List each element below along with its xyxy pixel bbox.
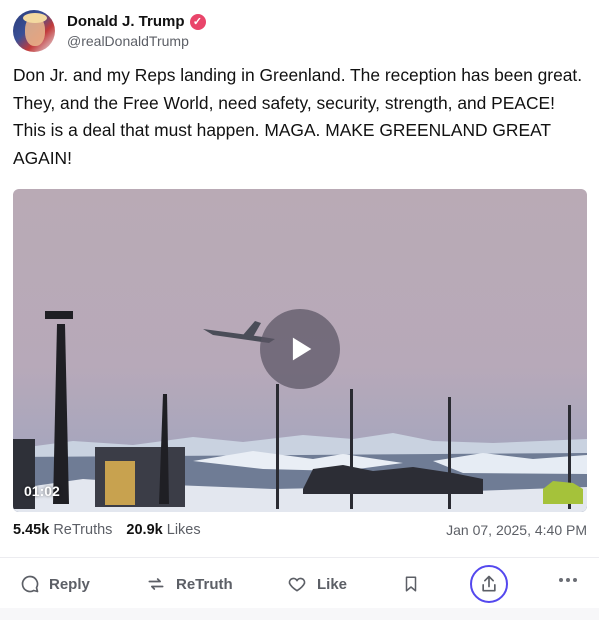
video-duration: 01:02 (24, 483, 60, 499)
more-dot (573, 578, 577, 582)
retruth-icon (148, 578, 164, 590)
name-row: Donald J. Trump ✓ (67, 13, 206, 30)
reply-label: Reply (49, 575, 90, 593)
reply-icon (21, 575, 39, 593)
likes-label: Likes (166, 522, 201, 538)
likes-stat[interactable]: 20.9k Likes (126, 522, 200, 538)
divider (0, 557, 599, 558)
more-dot (559, 578, 563, 582)
avatar[interactable] (13, 10, 55, 52)
more-dot (566, 578, 570, 582)
bookmark-icon (405, 576, 417, 592)
like-label: Like (317, 575, 348, 593)
display-name[interactable]: Donald J. Trump (67, 13, 185, 30)
heart-icon (288, 577, 306, 592)
retruth-label: ReTruth (176, 575, 233, 593)
retruths-label: ReTruths (53, 522, 113, 538)
post-stats: 5.45k ReTruths 20.9k Likes Jan 07, 2025,… (13, 522, 587, 538)
action-bar: Reply ReTruth Like (0, 565, 599, 603)
share-icon (482, 575, 496, 592)
post-text: Don Jr. and my Reps landing in Greenland… (13, 65, 583, 168)
retruths-stat[interactable]: 5.45k ReTruths (13, 522, 112, 538)
author-info: Donald J. Trump ✓ @realDonaldTrump (67, 13, 206, 49)
like-button[interactable]: Like (286, 566, 347, 602)
play-icon (292, 337, 312, 361)
likes-count: 20.9k (126, 522, 163, 538)
post-header: Donald J. Trump ✓ @realDonaldTrump (13, 10, 206, 52)
bookmark-button[interactable] (402, 566, 429, 602)
post-timestamp[interactable]: Jan 07, 2025, 4:40 PM (446, 522, 587, 538)
retruths-count: 5.45k (13, 522, 50, 538)
more-options-icon[interactable] (559, 578, 577, 582)
avatar-hair (23, 13, 47, 23)
bottom-strip (0, 608, 599, 620)
handle[interactable]: @realDonaldTrump (67, 33, 206, 49)
share-button[interactable] (470, 565, 508, 603)
retruth-button[interactable]: ReTruth (145, 566, 233, 602)
video-player[interactable]: 01:02 (13, 189, 587, 512)
reply-button[interactable]: Reply (20, 566, 90, 602)
play-button[interactable] (260, 309, 340, 389)
verified-badge-icon: ✓ (189, 13, 206, 30)
